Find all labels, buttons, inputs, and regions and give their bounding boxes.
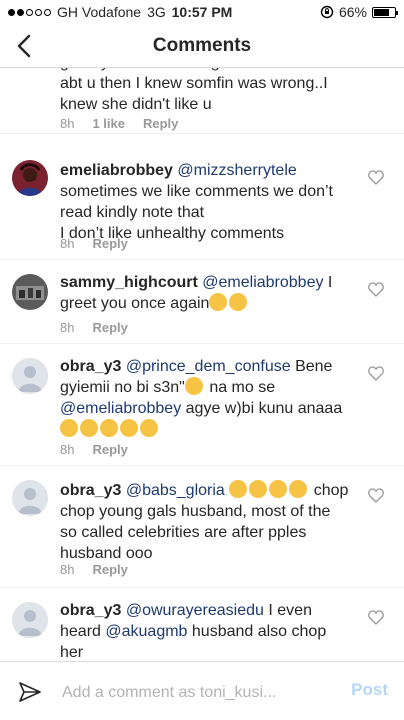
comment-body: sammy_highcourt @emeliabrobbey I greet y… <box>60 272 350 314</box>
comment-item: obra_y3 @prince_dem_confuse Bene gyiemii… <box>0 344 404 466</box>
comment-mention[interactable]: @mizzsherrytele <box>177 162 296 179</box>
comment-body: obra_y3 @prince_dem_confuse Bene gyiemii… <box>60 356 350 440</box>
avatar-placeholder[interactable] <box>12 602 48 638</box>
comment-item: sammy_highcourt @emeliabrobbey I greet y… <box>0 260 404 344</box>
comment-meta: 8h Reply <box>60 562 128 577</box>
signal-strength-icon <box>8 8 51 16</box>
comment-time: 8h <box>60 442 75 457</box>
direct-send-icon[interactable] <box>18 680 42 704</box>
comment-username[interactable]: emeliabrobbey <box>60 162 173 179</box>
avatar-placeholder[interactable] <box>12 358 48 394</box>
comment-text-b: na mo se <box>209 379 276 396</box>
likes-count[interactable]: 1 like <box>92 116 125 131</box>
status-bar: GH Vodafone 3G 10:57 PM 66% <box>0 0 404 24</box>
network-label: 3G <box>147 4 166 20</box>
reply-button[interactable]: Reply <box>92 320 127 335</box>
comment-time: 8h <box>60 236 75 251</box>
comment-item: obra_y3 @babs_gloria chop chop young gal… <box>0 466 404 588</box>
tired-emoji-icon <box>100 419 118 437</box>
avatar-placeholder[interactable] <box>12 480 48 516</box>
post-button[interactable]: Post <box>351 680 388 700</box>
comment-item: obra_y3 @owurayereasiedu I even heard @a… <box>0 588 404 661</box>
grinning-emoji-icon <box>209 293 228 311</box>
tired-emoji-icon <box>120 419 138 437</box>
reply-button[interactable]: Reply <box>143 116 178 131</box>
like-heart-icon[interactable] <box>368 610 384 625</box>
battery-fill <box>374 8 389 16</box>
comment-meta: 8h Reply <box>60 236 128 251</box>
comments-list[interactable]: granny Diamond's negative comments abt u… <box>0 68 404 661</box>
comment-text-second: agye w)bi kunu anaaa <box>185 400 343 417</box>
reply-button[interactable]: Reply <box>92 562 127 577</box>
comment-time: 8h <box>60 116 75 131</box>
laughing-emoji-icon <box>249 480 268 498</box>
comment-username[interactable]: obra_y3 <box>60 358 121 375</box>
comment-text: granny Diamond's negative comments abt u… <box>60 68 332 113</box>
carrier-label: GH Vodafone <box>57 4 142 20</box>
reply-button[interactable]: Reply <box>92 236 127 251</box>
laughing-emoji-icon <box>229 480 248 498</box>
tired-emoji-icon <box>140 419 158 437</box>
comment-input[interactable] <box>60 680 334 706</box>
comment-mention[interactable]: @emeliabrobbey <box>202 274 323 291</box>
comment-username[interactable]: obra_y3 <box>60 482 121 499</box>
comment-username[interactable]: sammy_highcourt <box>60 274 198 291</box>
comment-mention[interactable]: @emeliabrobbey <box>60 400 181 417</box>
reply-button[interactable]: Reply <box>92 442 127 457</box>
comment-time: 8h <box>60 562 75 577</box>
like-heart-icon[interactable] <box>368 488 384 503</box>
comment-meta: 8h 1 like Reply <box>60 116 178 131</box>
comment-body: emeliabrobbey @mizzsherrytele sometimes … <box>60 160 350 244</box>
comment-username[interactable]: obra_y3 <box>60 602 121 619</box>
grinning-emoji-icon <box>229 293 248 311</box>
nav-bar: Comments <box>0 24 404 68</box>
comment-input-bar: Post <box>0 661 404 720</box>
comment-meta: 8h Reply <box>60 320 128 335</box>
avatar[interactable] <box>12 160 48 196</box>
comment-mention[interactable]: @babs_gloria <box>126 482 225 499</box>
comment-body: obra_y3 @babs_gloria chop chop young gal… <box>60 480 350 564</box>
like-heart-icon[interactable] <box>368 170 384 185</box>
tired-emoji-icon <box>60 419 78 437</box>
status-right: 66% <box>320 4 398 20</box>
like-heart-icon[interactable] <box>368 366 384 381</box>
status-left: GH Vodafone 3G <box>8 4 166 20</box>
tired-emoji-icon <box>80 419 98 437</box>
comment-mention[interactable]: @prince_dem_confuse <box>126 358 291 375</box>
laughing-emoji-icon <box>269 480 288 498</box>
rotation-lock-icon <box>320 5 334 19</box>
comment-body: obra_y3 @owurayereasiedu I even heard @a… <box>60 600 350 661</box>
laughing-emoji-icon <box>289 480 308 498</box>
page-title: Comments <box>152 35 252 56</box>
comment-time: 8h <box>60 320 75 335</box>
grimacing-emoji-icon <box>184 377 203 395</box>
battery-icon <box>372 6 398 18</box>
like-heart-icon[interactable] <box>368 282 384 297</box>
comment-meta: 8h Reply <box>60 442 128 457</box>
battery-percent: 66% <box>338 4 367 20</box>
comment-item: granny Diamond's negative comments abt u… <box>0 68 404 134</box>
comment-mention[interactable]: @owurayereasiedu <box>126 602 264 619</box>
comment-mention[interactable]: @akuagmb <box>105 623 187 640</box>
avatar[interactable] <box>12 274 48 310</box>
comment-item: emeliabrobbey @mizzsherrytele sometimes … <box>0 148 404 260</box>
comment-text: sometimes we like comments we don’t read… <box>60 183 333 221</box>
